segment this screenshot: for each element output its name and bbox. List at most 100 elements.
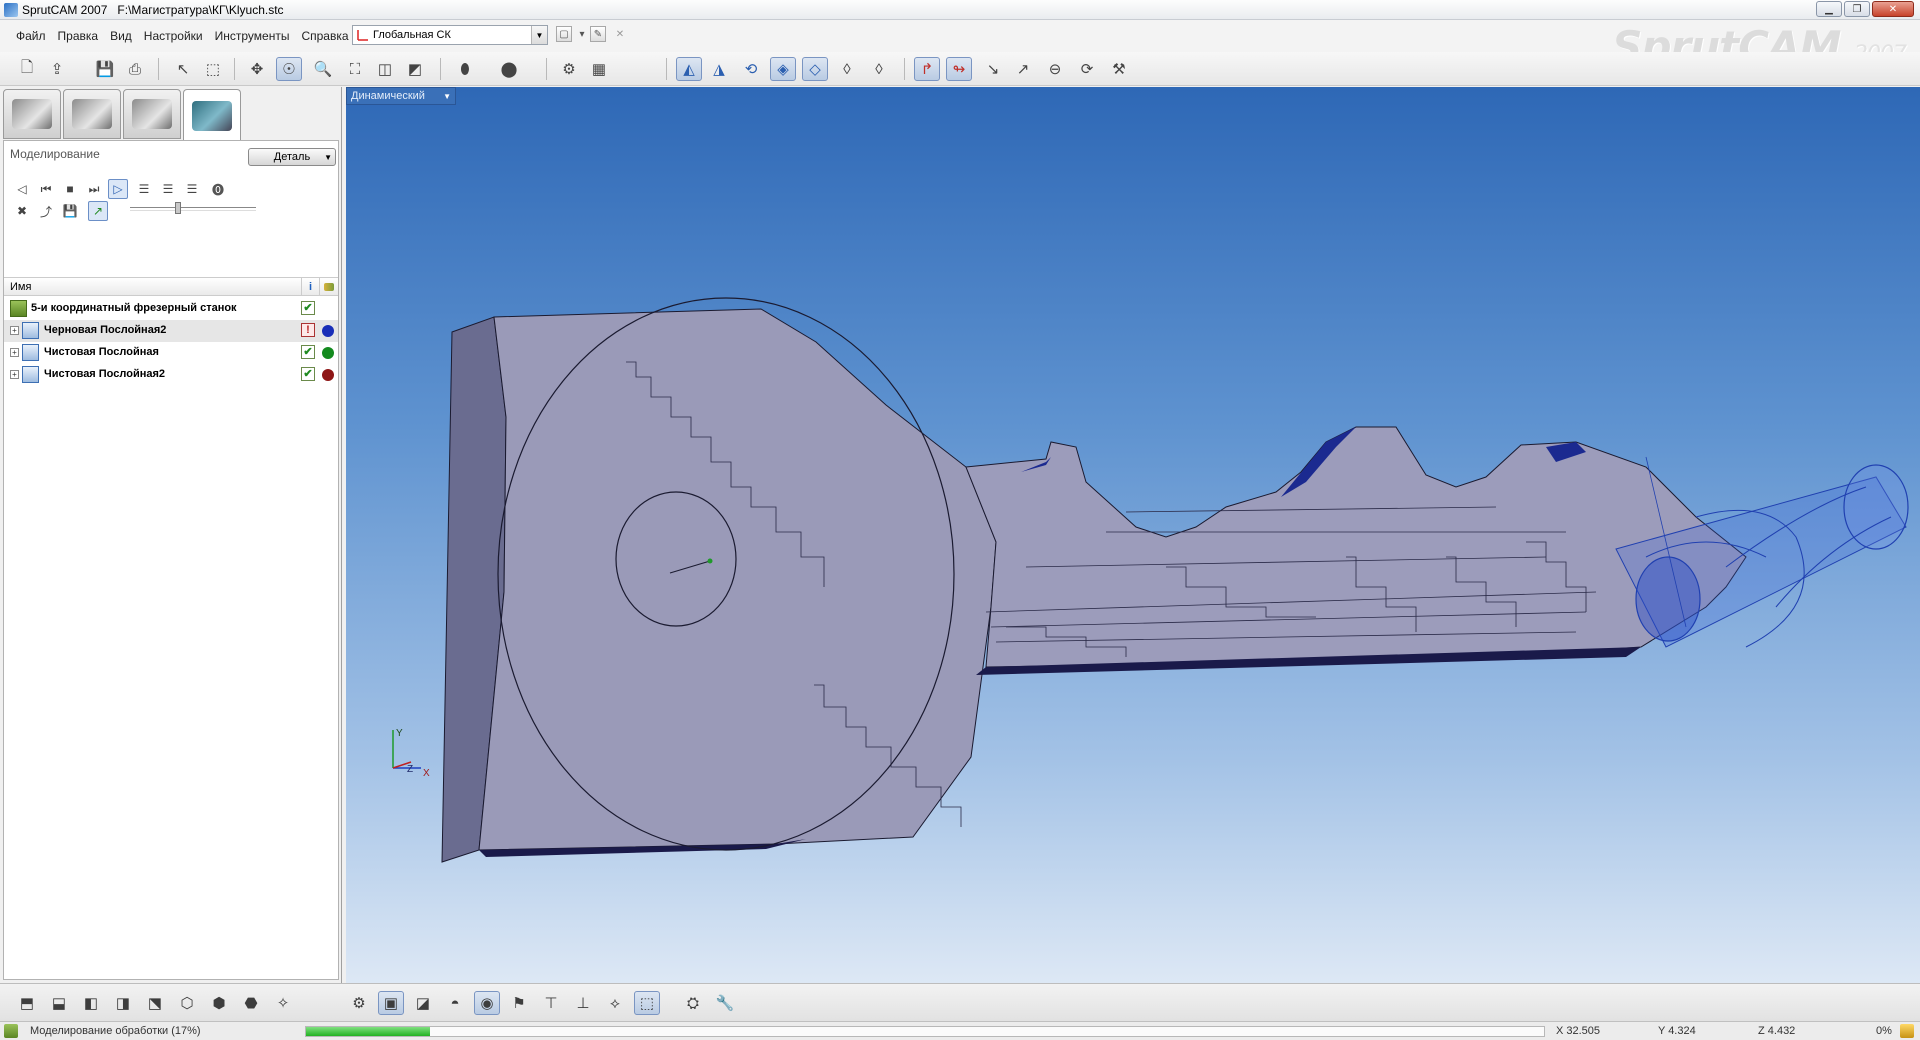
view-iso-icon[interactable]: ⬢ bbox=[206, 991, 232, 1015]
view-left-icon[interactable]: ◧ bbox=[78, 991, 104, 1015]
column-color[interactable] bbox=[319, 278, 337, 296]
operation-icon[interactable]: ↬ bbox=[946, 57, 972, 81]
operation-icon[interactable]: ◭ bbox=[676, 57, 702, 81]
shading-icon[interactable]: ⬤ bbox=[496, 57, 522, 81]
view-mode-dropdown[interactable]: Динамический ▼ bbox=[346, 87, 456, 105]
check-icon[interactable]: ✔ bbox=[301, 301, 315, 315]
view-iso-icon[interactable]: ⬣ bbox=[238, 991, 264, 1015]
list-icon[interactable]: ☰ bbox=[158, 179, 178, 199]
cs-delete-icon[interactable]: ✕ bbox=[612, 26, 628, 42]
expand-icon[interactable]: + bbox=[10, 348, 19, 357]
tree-row-machine[interactable]: 5-и координатный фрезерный станок ✔ bbox=[4, 298, 338, 320]
menu-tools[interactable]: Инструменты bbox=[209, 29, 296, 43]
play-icon[interactable]: ▷ bbox=[108, 179, 128, 199]
new-file-icon[interactable]: 🗋 bbox=[14, 57, 40, 81]
maximize-button[interactable]: ❐ bbox=[1844, 1, 1870, 17]
operation-icon[interactable]: ⟲ bbox=[738, 57, 764, 81]
holder-icon[interactable]: ⊤ bbox=[538, 991, 564, 1015]
3d-viewport[interactable]: Динамический ▼ Y Z X bbox=[346, 87, 1920, 983]
print-icon[interactable]: ⎙ bbox=[122, 57, 148, 81]
export-icon[interactable]: ⤴ bbox=[36, 201, 56, 221]
menu-file[interactable]: Файл bbox=[10, 29, 52, 43]
part-icon[interactable]: ◪ bbox=[410, 991, 436, 1015]
chevron-down-icon[interactable]: ▾ bbox=[574, 26, 590, 42]
calculator-icon[interactable]: ▦ bbox=[586, 57, 612, 81]
expand-icon[interactable]: + bbox=[10, 326, 19, 335]
tab-model[interactable] bbox=[3, 89, 61, 139]
menu-help[interactable]: Справка bbox=[295, 29, 354, 43]
minimize-button[interactable]: ▁ bbox=[1816, 1, 1842, 17]
speed-slider[interactable] bbox=[130, 202, 256, 214]
color-dot[interactable] bbox=[322, 325, 334, 337]
check-icon[interactable]: ✔ bbox=[301, 345, 315, 359]
operation-icon[interactable]: ◮ bbox=[706, 57, 732, 81]
operation-icon[interactable]: ↱ bbox=[914, 57, 940, 81]
list-icon[interactable]: ☰ bbox=[182, 179, 202, 199]
view-iso-icon[interactable]: ⬡ bbox=[174, 991, 200, 1015]
view-icon[interactable]: ◫ bbox=[372, 57, 398, 81]
save-icon[interactable]: 💾 bbox=[60, 201, 80, 221]
step-back-icon[interactable]: ◁ bbox=[12, 179, 32, 199]
operation-icon[interactable]: ↗ bbox=[1010, 57, 1036, 81]
wrench-icon[interactable]: 🔧 bbox=[712, 991, 738, 1015]
coordinate-system-select[interactable]: Глобальная СК ▼ bbox=[352, 25, 548, 45]
cs-edit-icon[interactable]: ✎ bbox=[590, 26, 606, 42]
view-back-icon[interactable]: ⬓ bbox=[46, 991, 72, 1015]
check-icon[interactable]: ✔ bbox=[301, 367, 315, 381]
rewind-icon[interactable]: ⏮ bbox=[36, 179, 56, 199]
workpiece-icon[interactable]: ▣ bbox=[378, 991, 404, 1015]
menu-view[interactable]: Вид bbox=[104, 29, 138, 43]
settings-icon[interactable]: ⚙ bbox=[556, 57, 582, 81]
operation-icon[interactable]: ⊖ bbox=[1042, 57, 1068, 81]
cs-new-icon[interactable]: ▢ bbox=[556, 26, 572, 42]
slider-handle[interactable] bbox=[175, 202, 181, 214]
machine-tool-icon[interactable]: ⬚ bbox=[634, 991, 660, 1015]
expand-icon[interactable]: + bbox=[10, 370, 19, 379]
tool-icon[interactable]: ⬮ bbox=[452, 57, 478, 81]
result-icon[interactable]: ◉ bbox=[474, 991, 500, 1015]
tree-row-operation[interactable]: + Чистовая Послойная2 ✔ bbox=[4, 364, 338, 386]
select-arrow-icon[interactable]: ↖ bbox=[170, 57, 196, 81]
save-icon[interactable]: 💾 bbox=[92, 57, 118, 81]
operation-icon[interactable]: ⟳ bbox=[1074, 57, 1100, 81]
toolpath-icon[interactable]: ⊥ bbox=[570, 991, 596, 1015]
fixture-icon[interactable]: ◓ bbox=[442, 991, 468, 1015]
zoom-icon[interactable]: 🔍 bbox=[310, 57, 336, 81]
forward-end-icon[interactable]: ⏭ bbox=[84, 179, 104, 199]
tab-simulation[interactable] bbox=[183, 89, 241, 141]
view-top-icon[interactable]: ⬔ bbox=[142, 991, 168, 1015]
color-dot[interactable] bbox=[322, 347, 334, 359]
operation-icon[interactable]: ◇ bbox=[802, 57, 828, 81]
menu-edit[interactable]: Правка bbox=[52, 29, 105, 43]
view-front-icon[interactable]: ⬒ bbox=[14, 991, 40, 1015]
color-dot[interactable] bbox=[322, 369, 334, 381]
view-icon[interactable]: ◩ bbox=[402, 57, 428, 81]
tool-icon[interactable]: ⚑ bbox=[506, 991, 532, 1015]
operation-icon[interactable]: ◈ bbox=[770, 57, 796, 81]
close-button[interactable]: ✕ bbox=[1872, 1, 1914, 17]
menu-settings[interactable]: Настройки bbox=[138, 29, 209, 43]
mode-dropdown[interactable]: Деталь ▼ bbox=[248, 148, 336, 166]
open-icon[interactable]: ⇪ bbox=[44, 57, 70, 81]
warning-icon[interactable]: ⓿ bbox=[208, 179, 228, 199]
fit-icon[interactable]: ⛶ bbox=[342, 57, 368, 81]
operation-icon[interactable]: ◊ bbox=[866, 57, 892, 81]
tab-machining[interactable] bbox=[63, 89, 121, 139]
operation-icon[interactable]: ◊ bbox=[834, 57, 860, 81]
machine-tool-icon[interactable]: ⛭ bbox=[680, 991, 706, 1015]
view-iso-icon[interactable]: ✧ bbox=[270, 991, 296, 1015]
stop-icon[interactable]: ■ bbox=[60, 179, 80, 199]
operation-icon[interactable]: ⚒ bbox=[1106, 57, 1132, 81]
tree-row-operation[interactable]: + Чистовая Послойная ✔ bbox=[4, 342, 338, 364]
delete-icon[interactable]: ✖ bbox=[12, 201, 32, 221]
machine-icon[interactable]: ⚙ bbox=[346, 991, 372, 1015]
tab-toolpath[interactable] bbox=[123, 89, 181, 139]
operation-icon[interactable]: ↘ bbox=[980, 57, 1006, 81]
zoom-window-icon[interactable]: ⬚ bbox=[200, 57, 226, 81]
check-icon[interactable]: ⟡ bbox=[602, 991, 628, 1015]
column-name[interactable]: Имя bbox=[10, 281, 31, 293]
chevron-down-icon[interactable]: ▼ bbox=[531, 26, 547, 44]
tree-row-operation[interactable]: + Черновая Послойная2 ! bbox=[4, 320, 338, 342]
warning-icon[interactable]: ! bbox=[301, 323, 315, 337]
column-info[interactable]: i bbox=[301, 278, 319, 296]
